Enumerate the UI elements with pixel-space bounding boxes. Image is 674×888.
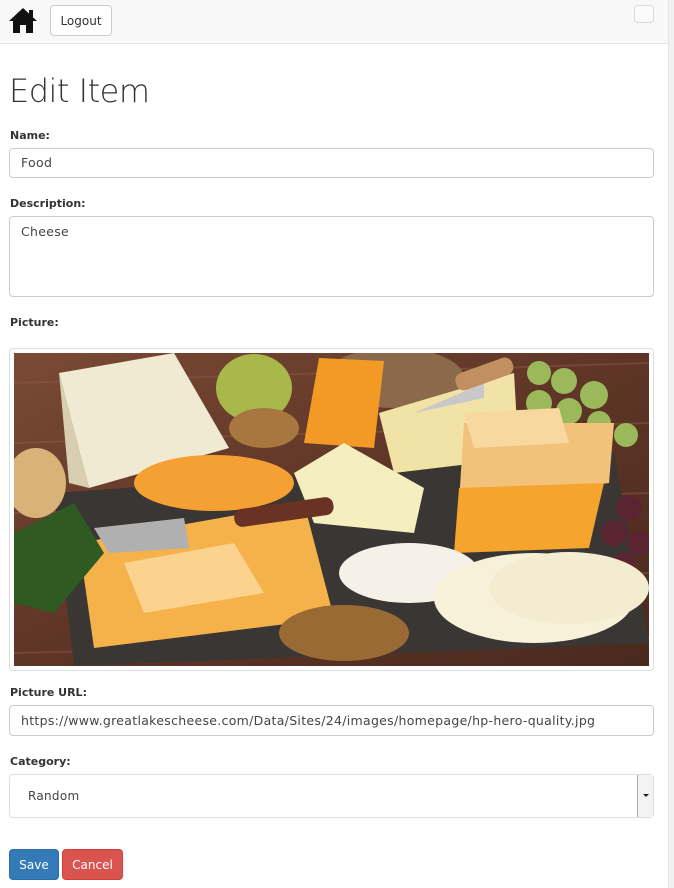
caret-down-icon[interactable]	[637, 775, 653, 817]
picture-url-label: Picture URL:	[10, 686, 87, 699]
name-input[interactable]: Food	[9, 148, 654, 178]
description-textarea[interactable]: Cheese	[9, 216, 654, 297]
house-icon[interactable]	[8, 6, 38, 34]
save-button[interactable]: Save	[9, 849, 59, 880]
picture-thumbnail	[9, 348, 654, 671]
name-label: Name:	[10, 129, 50, 142]
picture-label: Picture:	[10, 316, 59, 329]
category-label: Category:	[10, 755, 71, 768]
menu-toggle-icon[interactable]	[634, 5, 654, 23]
top-navbar: Logout	[0, 0, 668, 44]
description-label: Description:	[10, 197, 86, 210]
cheese-platter-image	[14, 353, 649, 666]
category-selected-value: Random	[28, 789, 80, 803]
category-select[interactable]: Random	[9, 774, 654, 818]
page-title: Edit Item	[9, 72, 150, 110]
cancel-button[interactable]: Cancel	[62, 849, 123, 880]
page-scrollbar[interactable]	[668, 0, 674, 888]
picture-url-input[interactable]: https://www.greatlakescheese.com/Data/Si…	[9, 705, 654, 736]
logout-button[interactable]: Logout	[50, 5, 112, 36]
